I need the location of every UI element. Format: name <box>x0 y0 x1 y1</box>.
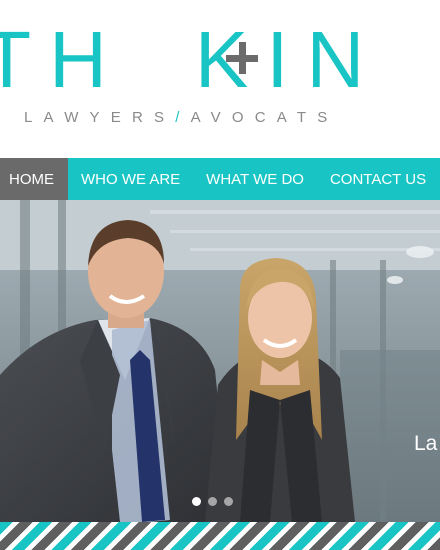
nav-home[interactable]: HOME <box>0 158 68 200</box>
slider-dot-1[interactable] <box>192 497 201 506</box>
logo-plus-icon <box>226 42 258 74</box>
main-nav: HOME WHO WE ARE WHAT WE DO CONTACT US <box>0 158 440 200</box>
logo-tagline: LAWYERS/AVOCATS <box>24 109 338 126</box>
slide-caption: La <box>414 432 438 455</box>
tagline-lawyers: LAWYERS <box>24 109 176 126</box>
slider-dot-2[interactable] <box>208 497 217 506</box>
decorative-stripe <box>0 522 440 550</box>
logo-wordmark: ITH KIN <box>0 14 382 106</box>
tagline-avocats: AVOCATS <box>190 109 339 126</box>
hero-photo <box>0 200 440 522</box>
tagline-slash: / <box>175 109 191 126</box>
logo-left-text: ITH <box>0 15 125 104</box>
logo-right-text: KIN <box>194 15 383 104</box>
nav-what-we-do[interactable]: WHAT WE DO <box>193 158 317 200</box>
slider-dots <box>192 497 233 506</box>
nav-contact-us[interactable]: CONTACT US <box>317 158 439 200</box>
hero-slider[interactable]: La <box>0 200 440 522</box>
site-logo[interactable]: ITH KIN LAWYERS/AVOCATS <box>0 0 440 158</box>
slider-dot-3[interactable] <box>224 497 233 506</box>
nav-who-we-are[interactable]: WHO WE ARE <box>68 158 193 200</box>
